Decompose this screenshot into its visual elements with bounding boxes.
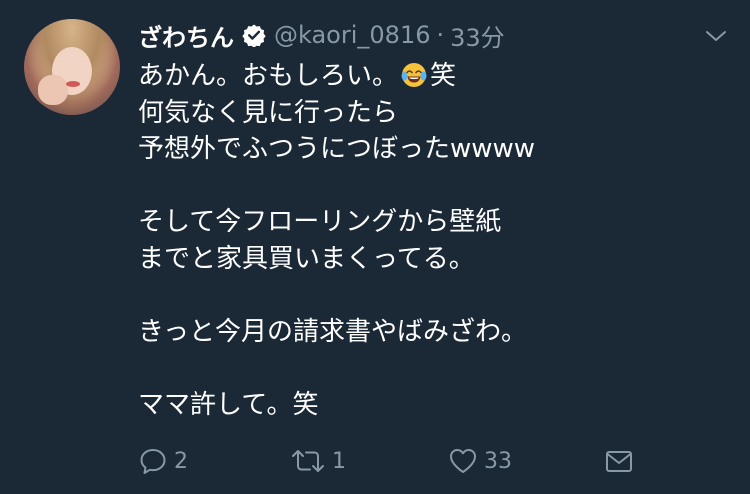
retweet-button[interactable]: 1 (290, 443, 346, 479)
like-button[interactable]: 33 (448, 443, 512, 479)
tweet-line-text: あかん。おもしろい。 (138, 61, 399, 91)
avatar-lips (66, 81, 80, 87)
tweet-line: 予想外でふつうにつぼったwwww (138, 134, 536, 164)
tweet-line: きっと今月の請求書やばみざわ。 (138, 316, 527, 347)
tweet-line: そして今フローリングから壁紙 (138, 207, 502, 237)
tweet-line (138, 168, 728, 205)
tweet-line: ママ許して。笑 (138, 389, 319, 420)
retweet-icon (292, 450, 324, 472)
envelope-icon (606, 451, 632, 472)
display-name[interactable]: ざわちん (138, 18, 234, 53)
avatar[interactable] (24, 19, 120, 115)
face-with-tears-of-joy-icon (400, 61, 428, 89)
like-count: 33 (484, 448, 512, 474)
reply-button[interactable]: 2 (138, 443, 188, 479)
verified-badge-icon (242, 23, 266, 47)
user-handle[interactable]: @kaori_0816 (274, 21, 430, 49)
tweet-line (138, 277, 728, 314)
heart-icon (450, 449, 476, 473)
tweet-header: ざわちん @kaori_0816 · 33分 (138, 18, 505, 52)
direct-message-button[interactable] (604, 443, 634, 479)
reply-icon (140, 449, 166, 474)
tweet-line (138, 350, 728, 387)
retweet-count: 1 (332, 448, 346, 474)
timestamp[interactable]: 33分 (450, 18, 505, 53)
tweet-line-text: 笑 (430, 61, 457, 91)
separator-dot: · (436, 21, 445, 49)
reply-count: 2 (174, 448, 188, 474)
chevron-down-icon[interactable] (704, 24, 728, 48)
avatar-hand (38, 75, 68, 105)
tweet-line: までと家具買いまくってる。 (138, 243, 475, 274)
tweet-text: あかん。おもしろい。 笑 何気なく見に行ったら 予想外でふつうにつぼったwwww… (138, 58, 728, 423)
tweet-card[interactable]: ざわちん @kaori_0816 · 33分 あかん。おもしろい。 笑 何気なく… (0, 0, 750, 494)
tweet-line: あかん。おもしろい。 笑 (138, 58, 728, 95)
tweet-actions: 2 1 33 (138, 443, 638, 479)
tweet-line: 何気なく見に行ったら (138, 97, 399, 128)
